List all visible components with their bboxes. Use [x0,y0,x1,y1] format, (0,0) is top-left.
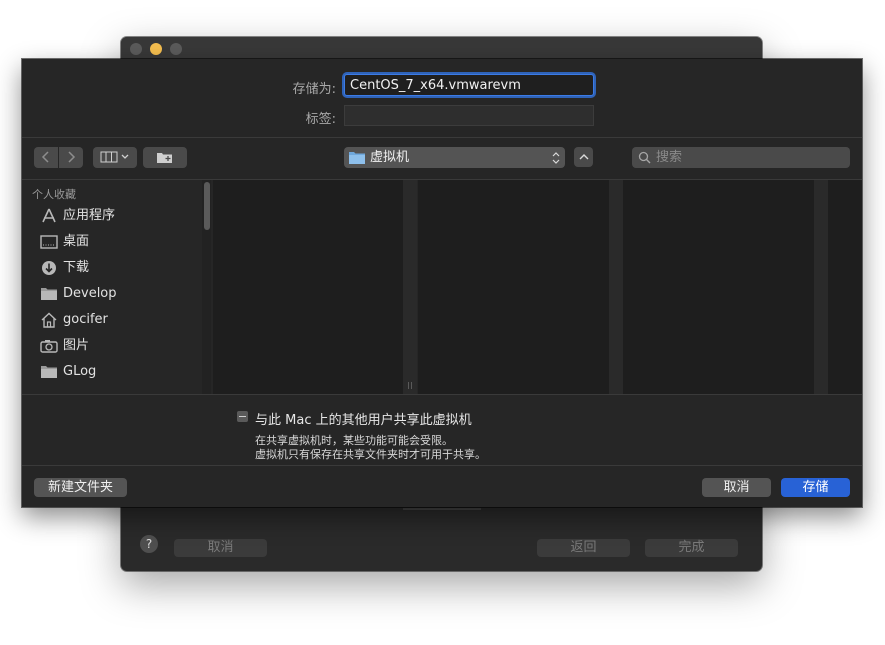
zoom-window-button[interactable] [170,43,182,55]
column-resize-handle[interactable] [403,180,417,394]
folder-icon [41,288,57,300]
folder-icon [349,152,365,164]
bottom-divider [22,465,862,466]
browser-divider [22,394,862,395]
sidebar-scrollbar[interactable] [202,180,211,394]
sidebar-item-label: gocifer [63,312,108,327]
parent-back-button[interactable]: 返回 [537,539,630,557]
new-folder-icon [157,153,172,163]
share-note-line-2: 虚拟机只有保存在共享文件夹时才可用于共享。 [255,448,486,461]
sidebar-scroll-thumb[interactable] [204,182,210,230]
search-icon [638,151,651,164]
chevron-right-icon [68,151,76,163]
sidebar-item-label: Develop [63,286,117,301]
folder-icon [41,366,57,378]
view-mode-button[interactable] [93,147,137,168]
applications-icon [42,208,56,223]
top-divider [22,137,862,138]
save-as-label: 存储为: [292,82,336,97]
sidebar-item-glog[interactable]: GLog [40,361,200,383]
sidebar-item-label: 桌面 [63,234,90,249]
browser-column-1[interactable] [213,180,403,394]
tags-input[interactable] [344,105,594,126]
parent-titlebar [121,37,762,59]
sidebar-item-applications[interactable]: 应用程序 [40,205,200,227]
sidebar-item-downloads[interactable]: 下载 [40,257,200,279]
parent-cancel-button[interactable]: 取消 [174,539,267,557]
up-down-chevron-icon [552,152,560,164]
location-label: 虚拟机 [370,150,410,165]
cancel-button[interactable]: 取消 [702,478,771,497]
share-checkbox[interactable] [237,411,248,422]
columns-view-icon [100,151,129,163]
search-placeholder: 搜索 [656,150,683,165]
sidebar-item-label: 应用程序 [63,208,116,223]
column-resize-handle[interactable] [814,180,828,394]
sidebar-item-label: GLog [63,364,97,379]
minimize-window-button[interactable] [150,43,162,55]
browser-column-3[interactable] [623,180,814,394]
browser-column-4[interactable] [828,180,862,394]
favorites-heading: 个人收藏 [32,188,76,201]
pictures-icon [40,340,58,353]
close-window-button[interactable] [130,43,142,55]
sidebar-item-develop[interactable]: Develop [40,283,200,305]
save-dialog: 存储为: CentOS_7_x64.vmwarevm 标签: 虚拟机 搜索 个人… [22,59,862,507]
desktop-icon [40,235,58,249]
location-popup[interactable]: 虚拟机 [344,147,565,168]
new-folder-toolbar-button[interactable] [143,147,187,168]
column-resize-handle[interactable] [609,180,623,394]
save-button[interactable]: 存储 [781,478,850,497]
chevron-up-icon [579,154,588,160]
tags-label: 标签: [305,112,336,127]
browser-column-2[interactable] [418,180,609,394]
chevron-left-icon [41,151,49,163]
help-button[interactable]: ? [140,535,158,553]
forward-nav-button[interactable] [59,147,83,168]
new-folder-button[interactable]: 新建文件夹 [34,478,127,497]
sidebar-item-gocifer[interactable]: gocifer [40,309,200,331]
sidebar-item-pictures[interactable]: 图片 [40,335,200,357]
sidebar-item-label: 图片 [63,338,90,353]
sidebar-item-label: 下载 [63,260,90,275]
back-nav-button[interactable] [34,147,58,168]
sidebar-item-desktop[interactable]: 桌面 [40,231,200,253]
sidebar: 个人收藏 应用程序 桌面 下载 Develop gocifer 图片 GLog [22,180,212,394]
parent-done-button[interactable]: 完成 [645,539,738,557]
share-option[interactable]: 与此 Mac 上的其他用户共享此虚拟机 [237,409,472,428]
expand-collapse-button[interactable] [574,147,593,167]
search-field[interactable]: 搜索 [632,147,850,168]
parent-divider [403,508,481,510]
home-icon [41,312,57,328]
filename-input[interactable]: CentOS_7_x64.vmwarevm [344,74,594,96]
share-option-label: 与此 Mac 上的其他用户共享此虚拟机 [255,413,472,428]
downloads-icon [42,261,56,275]
